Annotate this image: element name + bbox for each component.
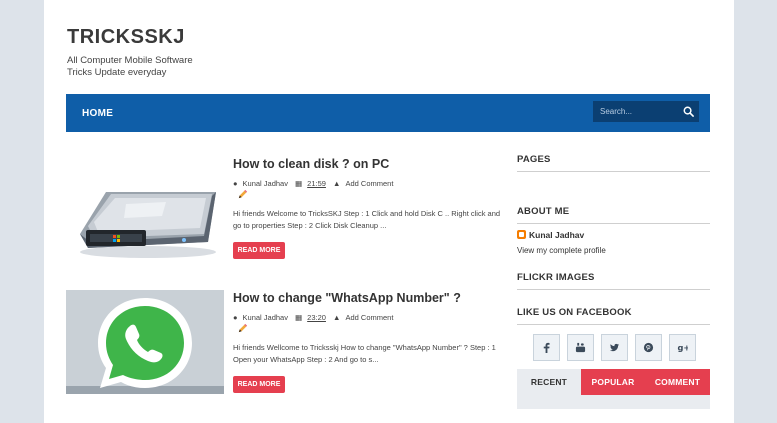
post-snippet: Hi friends Welcome to TricksSKJ Step : 1… — [233, 209, 501, 230]
widget-title-pages: PAGES — [517, 154, 551, 165]
youtube-icon — [575, 342, 586, 353]
pinterest-icon — [643, 342, 654, 353]
clock-icon: ▦ — [295, 179, 303, 188]
widget-divider — [517, 289, 710, 290]
post-author[interactable]: Kunal Jadhav — [243, 313, 288, 322]
main-navbar: HOME — [66, 94, 710, 132]
whatsapp-icon — [66, 290, 224, 394]
widget-title-about: ABOUT ME — [517, 206, 570, 217]
svg-text:g+: g+ — [677, 343, 688, 353]
page-container: TRICKSSKJ All Computer Mobile Software T… — [44, 0, 734, 423]
post-comment-link[interactable]: Add Comment — [345, 179, 393, 188]
post-item: How to change "WhatsApp Number" ? ● Kunal… — [66, 290, 506, 400]
edit-pencil-icon[interactable] — [237, 189, 248, 200]
blogger-icon — [517, 230, 526, 239]
view-profile-link[interactable]: View my complete profile — [517, 246, 606, 255]
tab-recent[interactable]: RECENT — [517, 369, 581, 395]
post-title[interactable]: How to change "WhatsApp Number" ? — [233, 291, 461, 305]
widget-divider — [517, 223, 710, 224]
clock-icon: ▦ — [295, 313, 303, 322]
widget-divider — [517, 171, 710, 172]
site-description: All Computer Mobile Software Tricks Upda… — [67, 55, 193, 78]
post-thumbnail[interactable] — [66, 156, 224, 260]
about-author[interactable]: Kunal Jadhav — [517, 230, 584, 240]
nav-home-link[interactable]: HOME — [82, 108, 113, 119]
post-title[interactable]: How to clean disk ? on PC — [233, 157, 389, 171]
about-author-name[interactable]: Kunal Jadhav — [529, 230, 584, 240]
pinterest-button[interactable] — [635, 334, 662, 361]
author-icon: ● — [233, 313, 238, 322]
facebook-button[interactable] — [533, 334, 560, 361]
read-more-button[interactable]: READ MORE — [233, 376, 285, 393]
hard-disk-icon — [66, 156, 224, 260]
edit-pencil-icon[interactable] — [237, 323, 248, 334]
post-meta: ● Kunal Jadhav ▦ 21:59 ▲ Add Comment — [233, 179, 398, 188]
read-more-button[interactable]: READ MORE — [233, 242, 285, 259]
widget-divider — [517, 324, 710, 325]
post-author[interactable]: Kunal Jadhav — [243, 179, 288, 188]
twitter-button[interactable] — [601, 334, 628, 361]
facebook-icon — [543, 342, 550, 353]
widget-title-facebook: LIKE US ON FACEBOOK — [517, 307, 632, 318]
post-time[interactable]: 23:20 — [307, 313, 326, 322]
youtube-button[interactable] — [567, 334, 594, 361]
post-item: How to clean disk ? on PC ● Kunal Jadhav … — [66, 156, 506, 266]
site-title[interactable]: TRICKSSKJ — [67, 26, 185, 49]
post-comment-link[interactable]: Add Comment — [345, 313, 393, 322]
post-meta: ● Kunal Jadhav ▦ 23:20 ▲ Add Comment — [233, 313, 398, 322]
google-plus-button[interactable]: g+ — [669, 334, 696, 361]
widget-title-flickr: FLICKR IMAGES — [517, 272, 595, 283]
tab-popular[interactable]: POPULAR — [581, 369, 645, 395]
comment-icon: ▲ — [333, 179, 341, 188]
search-box — [593, 101, 699, 122]
tab-comment[interactable]: COMMENT — [645, 369, 710, 395]
post-thumbnail[interactable] — [66, 290, 224, 394]
google-plus-icon: g+ — [677, 343, 688, 353]
twitter-icon — [609, 343, 620, 352]
search-icon[interactable] — [683, 106, 694, 117]
comment-icon: ▲ — [333, 313, 341, 322]
author-icon: ● — [233, 179, 238, 188]
posts-tabs: RECENT POPULAR COMMENT — [517, 369, 710, 409]
post-time[interactable]: 21:59 — [307, 179, 326, 188]
search-input[interactable] — [593, 101, 679, 122]
post-snippet: Hi friends Wellcome to Tricksskj How to … — [233, 343, 496, 364]
